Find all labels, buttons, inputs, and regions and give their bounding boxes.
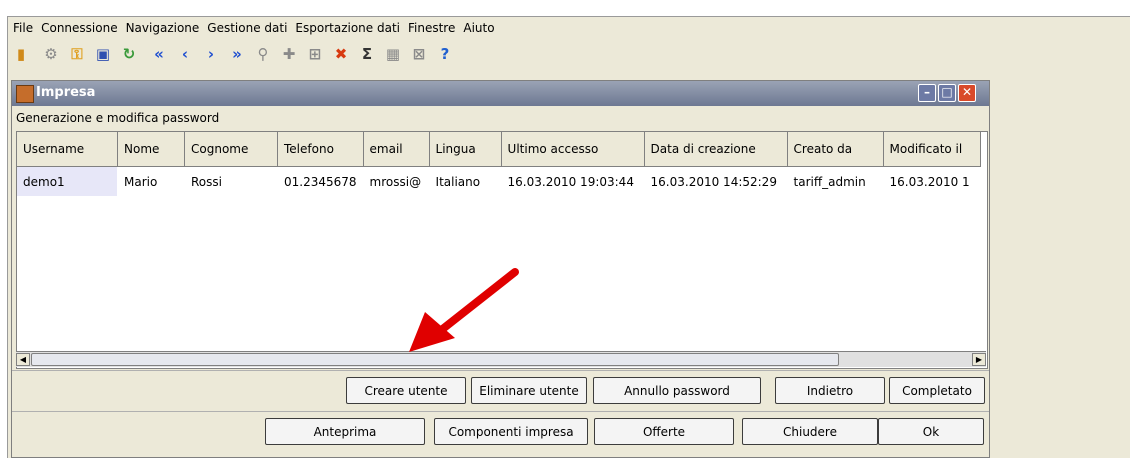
cell-creato-da[interactable]: tariff_admin [787, 166, 884, 196]
window-buttons-row: Anteprima Componenti impresa Offerte Chi… [12, 410, 989, 457]
users-table: Username Nome Cognome Telefono email Lin… [16, 131, 988, 369]
first-icon[interactable]: « [148, 43, 170, 65]
menu-gestione-dati[interactable]: Gestione dati [203, 21, 291, 35]
col-cognome[interactable]: Cognome [184, 132, 278, 167]
create-user-button[interactable]: Creare utente [346, 377, 466, 404]
cell-data-creazione[interactable]: 16.03.2010 14:52:29 [644, 166, 788, 196]
preview-button[interactable]: Anteprima [265, 418, 425, 445]
cell-lingua[interactable]: Italiano [429, 166, 502, 196]
application-window: File Connessione Navigazione Gestione da… [7, 16, 1130, 458]
menu-finestre[interactable]: Finestre [404, 21, 459, 35]
col-lingua[interactable]: Lingua [429, 132, 502, 167]
calendar-icon[interactable]: ▦ [382, 43, 404, 65]
close-button[interactable]: Chiudere [742, 418, 878, 445]
complete-button[interactable]: Completato [889, 377, 985, 404]
col-modificato-il[interactable]: Modificato il [883, 132, 981, 167]
cell-nome[interactable]: Mario [117, 166, 185, 196]
search-icon[interactable]: ⚲ [252, 43, 274, 65]
add-icon[interactable]: ✚ [278, 43, 300, 65]
horizontal-scrollbar[interactable]: ◀ ▶ [16, 351, 986, 367]
menu-esportazione-dati[interactable]: Esportazione dati [291, 21, 404, 35]
close-window-button[interactable]: ✕ [958, 84, 976, 102]
action-buttons-row: Creare utente Eliminare utente Annullo p… [12, 370, 989, 412]
cell-modificato-il[interactable]: 16.03.2010 1 [883, 166, 981, 196]
cell-cognome[interactable]: Rossi [184, 166, 278, 196]
close-icon[interactable]: ⊠ [408, 43, 430, 65]
col-creato-da[interactable]: Creato da [787, 132, 884, 167]
sum-icon[interactable]: Σ [356, 43, 378, 65]
table-row[interactable]: demo1 Mario Rossi 01.2345678 mrossi@ Ita… [17, 166, 981, 196]
tree-icon[interactable]: ⊞ [304, 43, 326, 65]
prev-icon[interactable]: ‹ [174, 43, 196, 65]
company-components-button[interactable]: Componenti impresa [434, 418, 588, 445]
cell-ultimo-accesso[interactable]: 16.03.2010 19:03:44 [501, 166, 645, 196]
next-icon[interactable]: › [200, 43, 222, 65]
menu-connessione[interactable]: Connessione [37, 21, 121, 35]
delete-icon[interactable]: ✖ [330, 43, 352, 65]
col-telefono[interactable]: Telefono [277, 132, 364, 167]
table-header-row: Username Nome Cognome Telefono email Lin… [17, 132, 981, 167]
col-nome[interactable]: Nome [117, 132, 185, 167]
last-icon[interactable]: » [226, 43, 248, 65]
internal-frame-impresa: Impresa – □ ✕ Generazione e modifica pas… [11, 80, 990, 458]
cell-telefono[interactable]: 01.2345678 [277, 166, 364, 196]
menu-aiuto[interactable]: Aiuto [459, 21, 498, 35]
scroll-left-arrow-icon[interactable]: ◀ [16, 353, 30, 366]
cell-email[interactable]: mrossi@ [363, 166, 430, 196]
menu-bar: File Connessione Navigazione Gestione da… [8, 17, 1130, 39]
maximize-button[interactable]: □ [938, 84, 956, 102]
col-email[interactable]: email [363, 132, 430, 167]
col-data-creazione[interactable]: Data di creazione [644, 132, 788, 167]
exit-icon[interactable]: ▮ [10, 43, 32, 65]
help-icon[interactable]: ? [434, 43, 456, 65]
menu-navigazione[interactable]: Navigazione [122, 21, 204, 35]
menu-file[interactable]: File [8, 21, 37, 35]
scroll-right-arrow-icon[interactable]: ▶ [972, 353, 986, 366]
window-title: Impresa [36, 85, 96, 100]
key-icon[interactable]: ⚿ [66, 43, 88, 65]
window-icon [16, 85, 34, 103]
window-titlebar[interactable]: Impresa – □ ✕ [12, 81, 989, 106]
ok-button[interactable]: Ok [878, 418, 984, 445]
col-ultimo-accesso[interactable]: Ultimo accesso [501, 132, 645, 167]
minimize-button[interactable]: – [918, 84, 936, 102]
toolbar: ▮ ⚙ ⚿ ▣ ↻ « ‹ › » ⚲ ✚ ⊞ ✖ Σ ▦ ⊠ ? [10, 39, 1120, 69]
save-icon[interactable]: ▣ [92, 43, 114, 65]
panel-subtitle: Generazione e modifica password [16, 111, 220, 125]
connect-icon[interactable]: ⚙ [40, 43, 62, 65]
cell-username[interactable]: demo1 [17, 166, 118, 196]
back-button[interactable]: Indietro [775, 377, 885, 404]
delete-user-button[interactable]: Eliminare utente [471, 377, 587, 404]
col-username[interactable]: Username [17, 132, 118, 167]
reset-password-button[interactable]: Annullo password [593, 377, 761, 404]
offers-button[interactable]: Offerte [594, 418, 734, 445]
scrollbar-thumb[interactable] [31, 353, 839, 366]
refresh-icon[interactable]: ↻ [118, 43, 140, 65]
